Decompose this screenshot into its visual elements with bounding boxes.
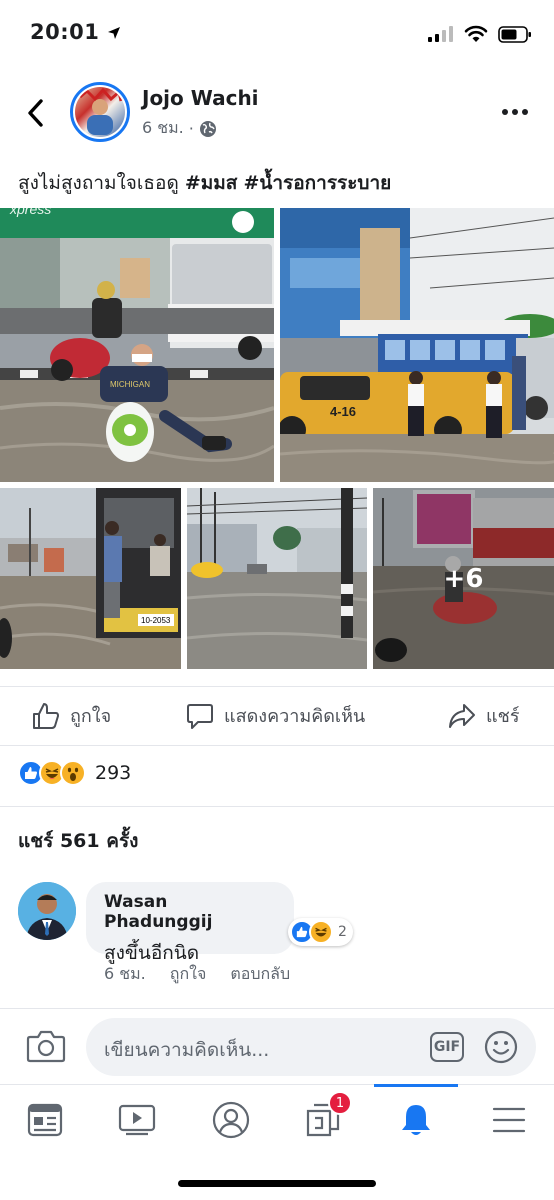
back-arrow-icon — [28, 99, 43, 127]
post-header: Jojo Wachi 6 ชม. · — [0, 80, 554, 146]
signal-icon — [428, 26, 453, 42]
comment-input-placeholder: เขียนความคิดเห็น... — [104, 1039, 270, 1061]
battery-icon — [498, 25, 531, 43]
hamburger-menu-icon — [492, 1107, 526, 1133]
globe-icon — [199, 120, 216, 137]
haha-reaction-icon — [309, 920, 333, 944]
share-arrow-icon — [449, 703, 475, 728]
truck-plate-text: 4-16 — [330, 404, 356, 419]
comment-reaction-count: 2 — [338, 924, 347, 940]
meta-separator: · — [188, 119, 194, 138]
active-tab-indicator — [374, 1084, 458, 1087]
hashtag-link[interactable]: #มมส — [185, 172, 238, 194]
post-photo-4[interactable] — [187, 488, 367, 669]
comment-bubble[interactable]: Wasan Phadunggij สูงขึ้นอีกนิด — [86, 882, 294, 964]
tab-notifications[interactable] — [391, 1099, 441, 1141]
status-time: 20:01 — [30, 20, 121, 44]
post-photo-1[interactable]: xpress MICHIGAN — [0, 208, 274, 482]
wifi-icon — [464, 25, 488, 42]
profile-icon — [212, 1101, 250, 1139]
author-avatar[interactable] — [70, 82, 130, 142]
tab-pages[interactable]: 1 — [298, 1091, 352, 1141]
divider — [0, 806, 554, 807]
comment-reactions[interactable]: 2 — [288, 918, 353, 946]
back-button[interactable] — [20, 96, 50, 130]
post-actions: ถูกใจ แสดงความคิดเห็น แชร์ — [0, 686, 554, 746]
comment-meta: 6 ชม. ถูกใจ ตอบกลับ — [104, 962, 290, 987]
news-feed-icon — [27, 1103, 63, 1137]
author-name[interactable]: Jojo Wachi — [142, 86, 259, 110]
post-photo-2[interactable]: 4-16 — [280, 208, 554, 482]
more-options-button[interactable] — [500, 102, 530, 122]
share-count[interactable]: แชร์ 561 ครั้ง — [18, 826, 138, 856]
gif-button[interactable]: GIF — [430, 1032, 464, 1062]
store-sign-text: xpress — [9, 208, 51, 217]
post-text: สูงไม่สูงถามใจเธอดู #มมส #น้ำรอการระบาย — [18, 168, 391, 198]
dot-icon — [512, 109, 518, 115]
comment-input[interactable]: เขียนความคิดเห็น... GIF — [86, 1018, 536, 1076]
location-arrow-icon — [108, 27, 121, 39]
like-label: ถูกใจ — [70, 706, 112, 727]
dot-icon — [502, 109, 508, 115]
share-label: แชร์ — [486, 706, 520, 727]
post-time[interactable]: 6 ชม. — [142, 116, 184, 141]
tab-watch[interactable] — [112, 1099, 162, 1141]
commenter-avatar[interactable] — [18, 882, 76, 940]
tab-profile[interactable] — [206, 1099, 256, 1141]
tab-news-feed[interactable] — [20, 1099, 70, 1141]
comment-time: 6 ชม. — [104, 964, 146, 983]
tab-menu[interactable] — [484, 1099, 534, 1141]
hashtag-link[interactable]: #น้ำรอการระบาย — [243, 172, 391, 194]
comment-composer: เขียนความคิดเห็น... GIF — [0, 1008, 554, 1084]
comment-author[interactable]: Wasan Phadunggij — [104, 892, 276, 932]
more-photos-count: +6 — [443, 563, 484, 594]
thumbs-up-icon — [33, 702, 59, 729]
comment-button[interactable]: แสดงความคิดเห็น — [186, 701, 365, 730]
watch-video-icon — [118, 1104, 156, 1136]
dot-icon — [522, 109, 528, 115]
comment-reply-button[interactable]: ตอบกลับ — [230, 962, 290, 987]
like-button[interactable]: ถูกใจ — [32, 701, 111, 730]
camera-icon — [26, 1030, 66, 1063]
post-text-body: สูงไม่สูงถามใจเธอดู — [18, 172, 185, 194]
comment-label: แสดงความคิดเห็น — [224, 706, 366, 727]
bell-icon — [402, 1105, 430, 1135]
camera-button[interactable] — [26, 1029, 66, 1067]
post-photo-3[interactable]: 10-2053 — [0, 488, 181, 669]
home-indicator — [178, 1180, 376, 1187]
status-bar: 20:01 — [0, 0, 554, 66]
reactions-summary[interactable]: 293 — [18, 760, 131, 786]
post-meta: 6 ชม. · — [142, 116, 217, 141]
share-button[interactable]: แชร์ — [448, 701, 520, 730]
jersey-text: MICHIGAN — [110, 380, 150, 389]
post-photo-5[interactable]: +6 — [373, 488, 554, 669]
emoji-button[interactable] — [484, 1030, 518, 1068]
smiley-icon — [484, 1030, 518, 1064]
more-photos-overlay[interactable]: +6 — [373, 488, 554, 669]
comment-icon — [187, 703, 213, 729]
wow-reaction-icon — [60, 760, 86, 786]
bus-plate-text: 10-2053 — [141, 616, 171, 625]
comment-like-button[interactable]: ถูกใจ — [170, 962, 207, 987]
pages-notification-badge: 1 — [328, 1091, 352, 1115]
reaction-count: 293 — [95, 762, 132, 784]
